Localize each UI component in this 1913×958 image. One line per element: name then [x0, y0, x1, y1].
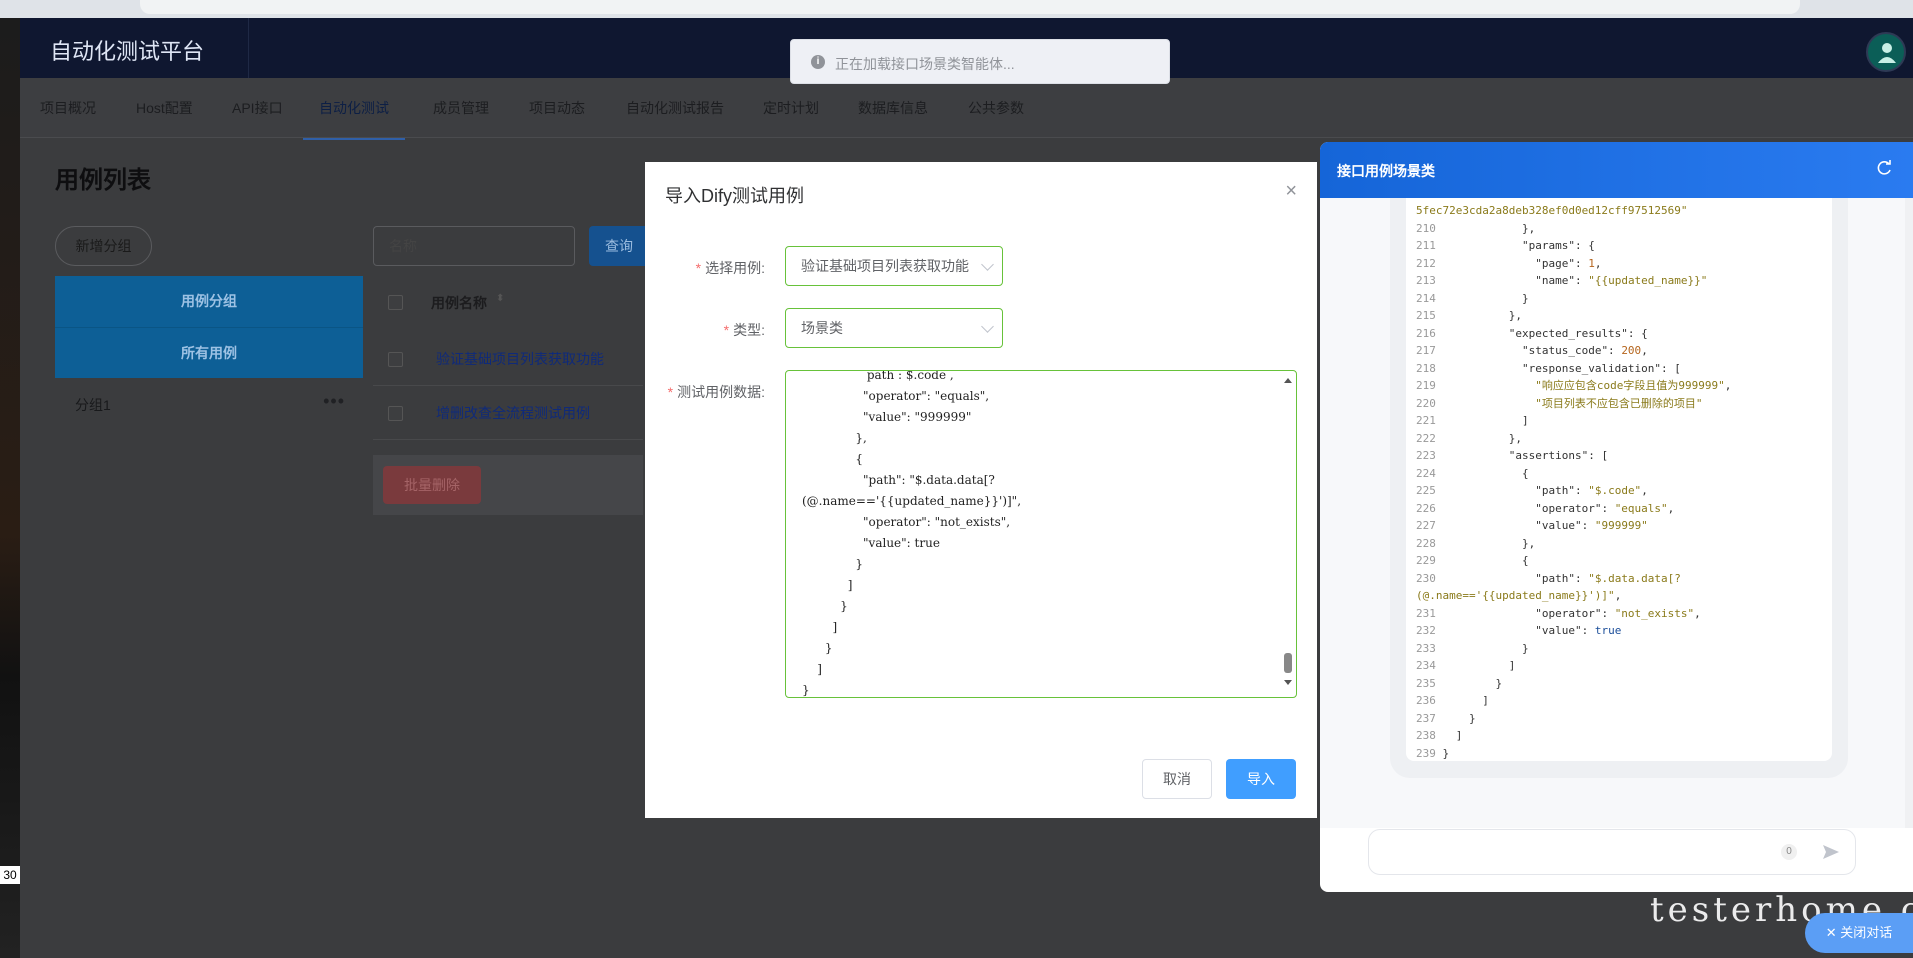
- desktop-edge: 30: [0, 18, 20, 958]
- table-row: 增删改查全流程测试用例: [373, 385, 643, 440]
- case-data-text: path : $.code , "operator": "equals", "v…: [802, 370, 1022, 697]
- tab-automation[interactable]: 自动化测试: [303, 78, 405, 140]
- label-type: * 类型:: [723, 322, 765, 338]
- tab-host-config[interactable]: Host配置: [136, 78, 193, 138]
- tab-members[interactable]: 成员管理: [433, 78, 489, 138]
- send-icon[interactable]: [1821, 842, 1841, 862]
- row-checkbox[interactable]: [388, 352, 403, 367]
- table-header: 用例名称 ⬍: [373, 282, 643, 322]
- col-name: 用例名称: [431, 295, 487, 311]
- sort-icon[interactable]: ⬍: [496, 293, 504, 304]
- app-logo: 自动化测试平台: [50, 39, 205, 64]
- refresh-icon[interactable]: [1875, 159, 1893, 177]
- code-block: 5fec72e3cda2a8deb328ef0d0ed12cff97512569…: [1406, 198, 1832, 761]
- case-select[interactable]: 验证基础项目列表获取功能: [785, 246, 1003, 286]
- dialog-title: 导入Dify测试用例: [665, 186, 804, 206]
- case-select-value: 验证基础项目列表获取功能: [801, 258, 969, 274]
- group-header: 用例分组: [55, 276, 363, 327]
- group-item-all[interactable]: 所有用例: [55, 327, 363, 378]
- close-chat-button[interactable]: ✕ 关闭对话: [1805, 913, 1913, 953]
- tab-schedule[interactable]: 定时计划: [763, 78, 819, 138]
- type-select-value: 场景类: [801, 320, 843, 336]
- code-text: 5fec72e3cda2a8deb328ef0d0ed12cff97512569…: [1416, 204, 1732, 760]
- header-divider: [248, 18, 249, 78]
- case-link[interactable]: 增删改查全流程测试用例: [436, 403, 590, 423]
- more-icon[interactable]: •••: [323, 391, 345, 412]
- group-item-label: 分组1: [75, 397, 111, 413]
- chat-title: 接口用例场景类: [1337, 163, 1435, 179]
- tab-api[interactable]: API接口: [232, 78, 283, 138]
- char-counter: 0: [1781, 844, 1797, 860]
- table-row: 验证基础项目列表获取功能: [373, 331, 643, 386]
- scrollbar[interactable]: [1283, 375, 1293, 693]
- group-item-1[interactable]: 分组1 •••: [75, 391, 345, 415]
- close-icon: ✕: [1825, 925, 1841, 940]
- tab-database[interactable]: 数据库信息: [858, 78, 928, 138]
- close-chat-label: 关闭对话: [1840, 925, 1893, 940]
- address-bar[interactable]: [140, 0, 1800, 14]
- tab-activity[interactable]: 项目动态: [529, 78, 585, 138]
- info-icon: i: [811, 55, 825, 69]
- add-group-button[interactable]: 新增分组: [55, 226, 152, 266]
- label-case: * 选择用例:: [695, 260, 765, 276]
- search-input[interactable]: 名称: [373, 226, 575, 266]
- chat-scrollbar[interactable]: [1905, 198, 1913, 828]
- message-bubble: 5fec72e3cda2a8deb328ef0d0ed12cff97512569…: [1390, 198, 1848, 778]
- select-all-checkbox[interactable]: [388, 295, 403, 310]
- type-select[interactable]: 场景类: [785, 308, 1003, 348]
- user-icon: [1878, 43, 1896, 63]
- query-button[interactable]: 查询: [589, 226, 649, 266]
- close-icon[interactable]: ×: [1285, 180, 1297, 203]
- avatar[interactable]: [1866, 32, 1906, 72]
- edge-label: 30: [0, 866, 20, 884]
- case-data-textarea[interactable]: path : $.code , "operator": "equals", "v…: [785, 370, 1297, 698]
- page-title: 用例列表: [55, 167, 151, 194]
- browser-tab-strip: [0, 0, 1913, 18]
- toast-text: 正在加载接口场景类智能体...: [835, 56, 1015, 72]
- loading-toast: i 正在加载接口场景类智能体...: [790, 39, 1170, 84]
- batch-delete-button[interactable]: 批量删除: [383, 466, 481, 504]
- row-checkbox[interactable]: [388, 406, 403, 421]
- chat-header: 接口用例场景类: [1320, 142, 1913, 198]
- chat-messages: 5fec72e3cda2a8deb328ef0d0ed12cff97512569…: [1320, 198, 1913, 828]
- tab-public-params[interactable]: 公共参数: [968, 78, 1024, 138]
- chat-panel: 接口用例场景类 5fec72e3cda2a8deb328ef0d0ed12cff…: [1320, 142, 1913, 892]
- label-data: * 测试用例数据:: [667, 384, 765, 400]
- cancel-button[interactable]: 取消: [1142, 759, 1212, 799]
- chevron-down-icon: [981, 320, 994, 333]
- project-nav: 项目概况 Host配置 API接口 自动化测试 成员管理 项目动态 自动化测试报…: [20, 78, 1913, 140]
- chat-input[interactable]: 0: [1368, 829, 1856, 875]
- tab-overview[interactable]: 项目概况: [40, 78, 96, 138]
- import-button[interactable]: 导入: [1226, 759, 1296, 799]
- case-link[interactable]: 验证基础项目列表获取功能: [436, 349, 604, 369]
- tab-report[interactable]: 自动化测试报告: [626, 78, 724, 138]
- chevron-down-icon: [981, 258, 994, 271]
- import-dialog: 导入Dify测试用例 × * 选择用例: 验证基础项目列表获取功能 * 类型: 场景…: [645, 162, 1317, 818]
